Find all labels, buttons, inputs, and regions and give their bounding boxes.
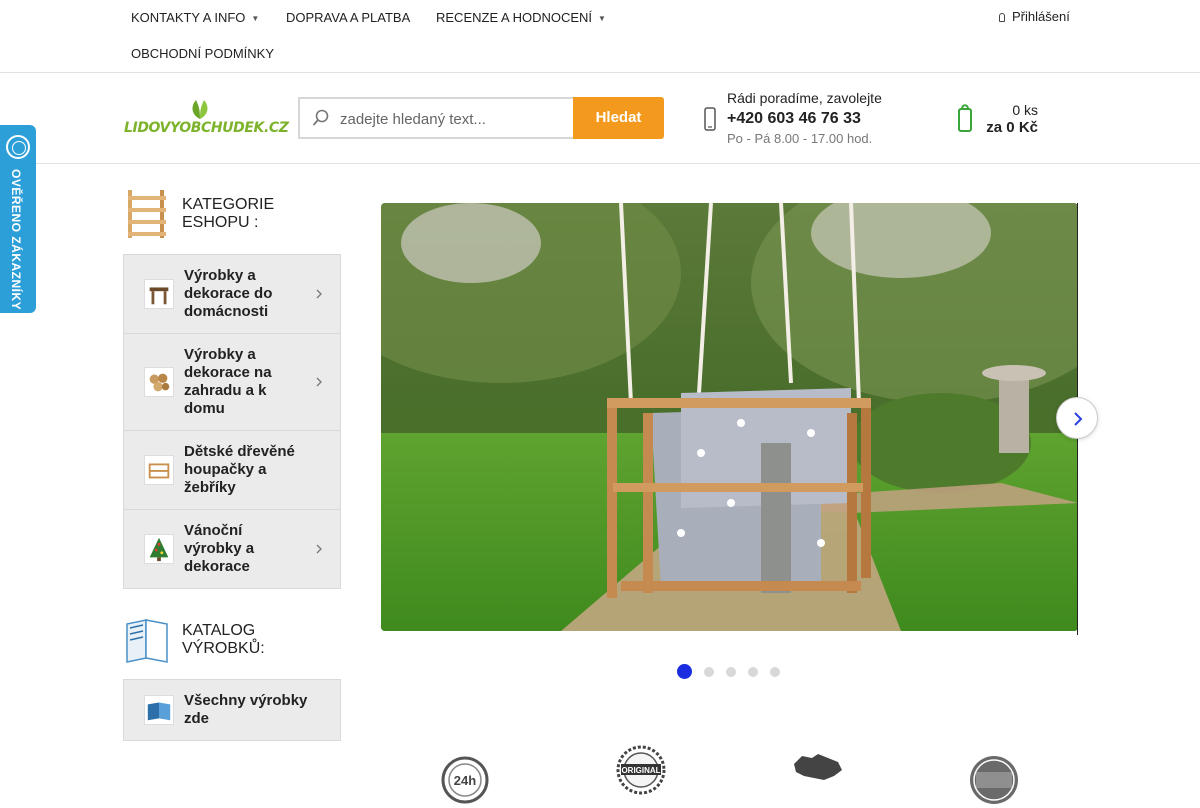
nav-item-kontakty[interactable]: KONTAKTY A INFO ▼ [131, 10, 259, 25]
site-logo[interactable]: LIDOVYOBCHUDEK.CZ [124, 97, 289, 139]
slider-dot-4[interactable] [748, 667, 758, 677]
chevron-down-icon: ▼ [251, 14, 260, 24]
contact-intro: Rádi poradíme, zavolejte [727, 90, 882, 106]
contact-info: Rádi poradíme, zavolejte +420 603 46 76 … [727, 90, 882, 146]
category-label: Vánoční výrobky a dekorace [184, 522, 255, 575]
logo-text: LIDOVYOBCHUDEK.CZ [124, 120, 289, 136]
category-item-vanoce[interactable]: Vánoční výrobky a dekorace [124, 510, 340, 588]
slider-dot-1[interactable] [677, 664, 692, 679]
search-form: Hledat [298, 97, 664, 139]
login-link[interactable]: Přihlášení [999, 9, 1070, 24]
cart-quantity: 0 ks [1012, 102, 1038, 118]
nav-item-obchodni-podminky[interactable]: OBCHODNÍ PODMÍNKY [131, 46, 274, 61]
swing-thumbnail-icon [144, 455, 174, 485]
badge-text: OVĚŘENO ZÁKAZNÍKY [9, 169, 23, 311]
nav-item-label: OBCHODNÍ PODMÍNKY [131, 46, 275, 61]
nav-item-label: KONTAKTY A INFO [131, 10, 246, 25]
cart-summary[interactable]: 0 ks za 0 Kč [960, 102, 1038, 136]
hero-slider-image[interactable] [381, 203, 1078, 631]
category-label: Dětské dřevěné houpačky a žebříky [184, 443, 295, 496]
contact-phone[interactable]: +420 603 46 76 33 [727, 110, 882, 128]
chevron-right-icon [316, 377, 322, 387]
svg-text:24h: 24h [454, 773, 476, 788]
verified-customers-badge[interactable]: OVĚŘENO ZÁKAZNÍKY [0, 125, 36, 313]
top-navigation: KONTAKTY A INFO ▼ DOPRAVA A PLATBA RECENZ… [0, 0, 1200, 73]
chevron-down-icon: ▼ [598, 14, 606, 24]
christmas-tree-thumbnail-icon [144, 534, 174, 564]
categories-heading-text: KATEGORIE ESHOPU : [182, 196, 275, 231]
nav-item-recenze[interactable]: RECENZE A HODNOCENÍ ▼ [436, 10, 606, 25]
czech-map-icon [794, 754, 842, 780]
phone-icon [704, 107, 716, 131]
cart-total: za 0 Kč [986, 119, 1038, 136]
leaf-icon [192, 100, 208, 119]
slider-dot-3[interactable] [726, 667, 736, 677]
slider-dot-5[interactable] [770, 667, 780, 677]
stool-thumbnail-icon [144, 279, 174, 309]
catalog-thumbnail-icon [144, 695, 174, 725]
search-input[interactable] [340, 108, 566, 130]
nav-item-label: RECENZE A HODNOCENÍ [436, 10, 593, 25]
category-list: Výrobky a dekorace do domácnosti Výrobky… [123, 254, 341, 589]
nav-item-label: DOPRAVA A PLATBA [286, 10, 411, 25]
catalog-heading: KATALOG VÝROBKŮ: [124, 614, 341, 666]
catalog-heading-text: KATALOG VÝROBKŮ: [182, 622, 265, 657]
user-icon [999, 13, 1005, 22]
chevron-right-icon [1074, 412, 1083, 426]
all-products-label: Všechny výrobky zde [184, 692, 308, 727]
original-seal-icon: ORIGINAL [616, 745, 666, 795]
swing-photo [381, 203, 1078, 631]
contact-hours: Po - Pá 8.00 - 17.00 hod. [727, 131, 873, 146]
all-products-link[interactable]: Všechny výrobky zde [123, 679, 341, 741]
search-box [298, 97, 574, 139]
chevron-right-icon [316, 544, 322, 554]
heureka-seal-icon [6, 135, 30, 159]
chevron-right-icon [316, 289, 322, 299]
firewood-thumbnail-icon [144, 367, 174, 397]
slider-next-button[interactable] [1056, 397, 1098, 439]
shelf-icon [128, 190, 166, 238]
svg-text:ORIGINAL: ORIGINAL [621, 766, 660, 775]
category-label: Výrobky a dekorace do domácnosti [184, 267, 273, 320]
catalog-book-icon [126, 619, 168, 663]
category-item-houpacky[interactable]: Dětské dřevěné houpačky a žebříky [124, 431, 340, 510]
search-icon [312, 109, 329, 126]
nav-item-doprava[interactable]: DOPRAVA A PLATBA [286, 10, 410, 25]
category-label: Výrobky a dekorace na zahradu a k domu [184, 346, 272, 417]
category-item-domacnost[interactable]: Výrobky a dekorace do domácnosti [124, 255, 340, 334]
slider-dot-2[interactable] [704, 667, 714, 677]
category-item-zahrada[interactable]: Výrobky a dekorace na zahradu a k domu [124, 334, 340, 431]
login-label: Přihlášení [1012, 9, 1070, 24]
site-header: LIDOVYOBCHUDEK.CZ Hledat Rádi poradíme, … [0, 73, 1200, 164]
categories-heading: KATEGORIE ESHOPU : [124, 188, 341, 240]
search-button[interactable]: Hledat [573, 97, 664, 139]
